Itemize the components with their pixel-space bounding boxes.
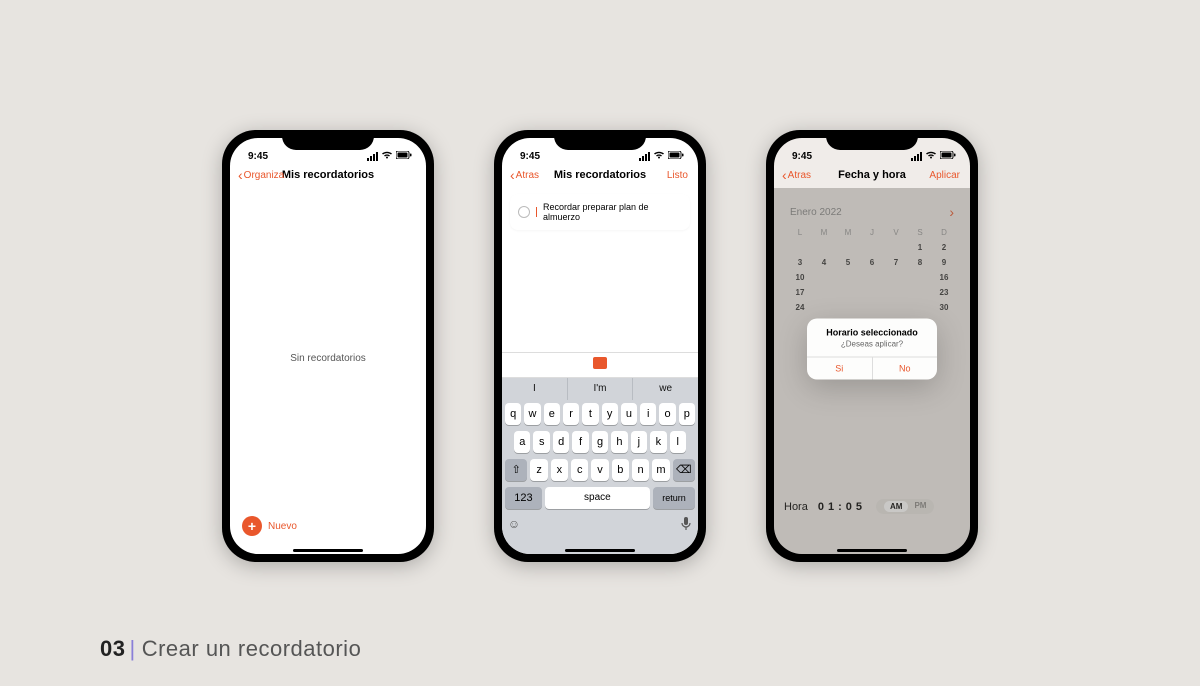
- back-button[interactable]: ‹ Atras: [510, 168, 539, 182]
- back-label: Organiza: [244, 170, 285, 181]
- page-title: Mis recordatorios: [282, 169, 374, 181]
- key-row: ☺: [502, 512, 698, 536]
- key[interactable]: j: [631, 431, 647, 453]
- status-icons: [911, 150, 956, 162]
- status-bar: 9:45: [230, 138, 426, 162]
- phone-frame-3: 9:45 ‹ Atras Fecha y hora Aplicar: [766, 130, 978, 562]
- space-key[interactable]: space: [545, 487, 650, 509]
- status-time: 9:45: [792, 151, 812, 162]
- suggestion[interactable]: we: [633, 378, 698, 400]
- suggestion-row: I I'm we: [502, 378, 698, 400]
- chevron-left-icon: ‹: [510, 168, 515, 182]
- back-button[interactable]: ‹ Organiza: [238, 168, 284, 182]
- apply-button[interactable]: Aplicar: [929, 170, 960, 181]
- key[interactable]: p: [679, 403, 695, 425]
- key-row: 123 space return: [502, 484, 698, 512]
- confirm-modal: Horario seleccionado ¿Deseas aplicar? Si…: [807, 319, 937, 380]
- caption-title: Crear un recordatorio: [142, 636, 362, 661]
- back-button[interactable]: ‹ Atras: [782, 168, 811, 182]
- key[interactable]: a: [514, 431, 530, 453]
- empty-state: Sin recordatorios: [230, 353, 426, 364]
- radio-icon[interactable]: [518, 206, 530, 218]
- predict-bar: [502, 352, 698, 378]
- return-key[interactable]: return: [653, 487, 695, 509]
- emoji-icon[interactable]: ☺: [505, 515, 523, 533]
- shift-key[interactable]: ⇧: [505, 459, 527, 481]
- phone-frame-2: 9:45 ‹ Atras Mis recordatorios Li: [494, 130, 706, 562]
- key[interactable]: o: [659, 403, 675, 425]
- key[interactable]: f: [572, 431, 588, 453]
- key[interactable]: x: [551, 459, 568, 481]
- key[interactable]: b: [612, 459, 629, 481]
- keyboard: I I'm we q w e r t y u i o p: [502, 352, 698, 554]
- slide-caption: 03|Crear un recordatorio: [100, 636, 361, 662]
- key[interactable]: s: [533, 431, 549, 453]
- modal-message: ¿Deseas aplicar?: [807, 340, 937, 357]
- key[interactable]: i: [640, 403, 656, 425]
- phone-frame-1: 9:45 ‹ Organiza Mis recordatorios: [222, 130, 434, 562]
- wifi-icon: [925, 150, 937, 162]
- key-row: ⇧ z x c v b n m ⌫: [502, 456, 698, 484]
- modal-yes-button[interactable]: Si: [807, 358, 873, 380]
- reminder-input-row[interactable]: Recordar preparar plan de almuerzo: [510, 194, 690, 230]
- page-title: Fecha y hora: [838, 169, 906, 181]
- status-bar: 9:45: [502, 138, 698, 162]
- status-icons: [639, 150, 684, 162]
- key[interactable]: l: [670, 431, 686, 453]
- page-title: Mis recordatorios: [554, 169, 646, 181]
- key[interactable]: r: [563, 403, 579, 425]
- key[interactable]: h: [611, 431, 627, 453]
- battery-icon: [668, 151, 684, 162]
- status-time: 9:45: [520, 151, 540, 162]
- mic-icon[interactable]: [677, 515, 695, 533]
- back-label: Atras: [516, 170, 539, 181]
- key-row: a s d f g h j k l: [502, 428, 698, 456]
- key[interactable]: w: [524, 403, 540, 425]
- modal-no-button[interactable]: No: [873, 358, 938, 380]
- navbar: ‹ Atras Fecha y hora Aplicar: [774, 162, 970, 188]
- status-time: 9:45: [248, 151, 268, 162]
- key[interactable]: d: [553, 431, 569, 453]
- new-reminder-button[interactable]: + Nuevo: [242, 516, 297, 536]
- key[interactable]: v: [591, 459, 608, 481]
- navbar: ‹ Organiza Mis recordatorios: [230, 162, 426, 188]
- key[interactable]: q: [505, 403, 521, 425]
- plus-icon: +: [242, 516, 262, 536]
- modal-title: Horario seleccionado: [807, 319, 937, 340]
- key[interactable]: k: [650, 431, 666, 453]
- wifi-icon: [381, 150, 393, 162]
- home-indicator[interactable]: [837, 549, 907, 552]
- battery-icon: [940, 151, 956, 162]
- key[interactable]: n: [632, 459, 649, 481]
- status-icons: [367, 150, 412, 162]
- key[interactable]: c: [571, 459, 588, 481]
- wifi-icon: [653, 150, 665, 162]
- key[interactable]: t: [582, 403, 598, 425]
- home-indicator[interactable]: [293, 549, 363, 552]
- key[interactable]: z: [530, 459, 547, 481]
- status-bar: 9:45: [774, 138, 970, 162]
- key[interactable]: u: [621, 403, 637, 425]
- back-label: Atras: [788, 170, 811, 181]
- prediction-icon[interactable]: [593, 357, 607, 369]
- text-cursor: [536, 207, 537, 217]
- suggestion[interactable]: I: [502, 378, 568, 400]
- abc-key[interactable]: 123: [505, 487, 542, 509]
- new-label: Nuevo: [268, 521, 297, 532]
- key[interactable]: g: [592, 431, 608, 453]
- reminder-text: Recordar preparar plan de almuerzo: [543, 202, 682, 222]
- key[interactable]: y: [602, 403, 618, 425]
- chevron-left-icon: ‹: [238, 168, 243, 182]
- suggestion[interactable]: I'm: [568, 378, 634, 400]
- done-button[interactable]: Listo: [667, 170, 688, 181]
- key[interactable]: e: [544, 403, 560, 425]
- battery-icon: [396, 151, 412, 162]
- chevron-left-icon: ‹: [782, 168, 787, 182]
- navbar: ‹ Atras Mis recordatorios Listo: [502, 162, 698, 188]
- key-row: q w e r t y u i o p: [502, 400, 698, 428]
- key[interactable]: m: [652, 459, 669, 481]
- delete-key[interactable]: ⌫: [673, 459, 695, 481]
- home-indicator[interactable]: [565, 549, 635, 552]
- caption-number: 03: [100, 636, 125, 661]
